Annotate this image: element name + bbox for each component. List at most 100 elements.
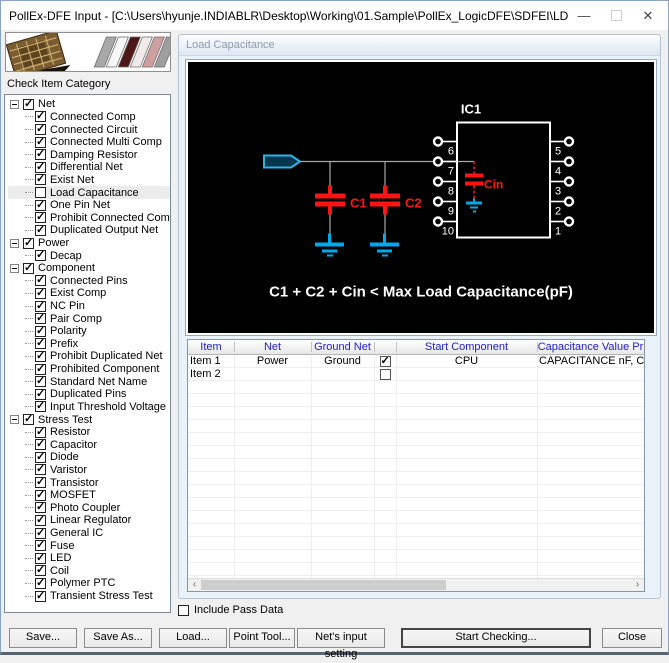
tree-item-checkbox[interactable]	[23, 262, 34, 274]
tree-item-checkbox[interactable]	[23, 98, 34, 110]
close-button[interactable]: Close	[602, 628, 662, 648]
tree-item-diode[interactable]: Diode	[8, 451, 170, 464]
collapse-icon[interactable]	[10, 263, 19, 273]
tree-item-connected-multi-comp[interactable]: Connected Multi Comp	[8, 136, 170, 149]
tree-item-checkbox[interactable]	[35, 388, 46, 400]
tree-item-checkbox[interactable]	[23, 413, 34, 426]
table-body[interactable]: Item 1PowerGround CPUCAPACITANCE nF, Capa…	[188, 355, 644, 578]
tree-item-polarity[interactable]: Polarity	[8, 325, 170, 338]
tree-item-checkbox[interactable]	[35, 173, 46, 186]
cell-capacitance_value[interactable]	[537, 368, 644, 381]
tree-item-input-threshold-voltage[interactable]: Input Threshold Voltage	[8, 400, 170, 414]
tree-item-linear-regulator[interactable]: Linear Regulator	[8, 514, 170, 527]
tree-item-prefix[interactable]: Prefix	[8, 337, 170, 351]
tree-item-checkbox[interactable]	[35, 400, 46, 413]
close-window-button[interactable]: ✕	[632, 1, 664, 30]
tree-item-polymer-ptc[interactable]: Polymer PTC	[8, 577, 170, 590]
tree-item-damping-resistor[interactable]: Damping Resistor	[8, 148, 170, 161]
load-button[interactable]: Load...	[159, 628, 227, 648]
minimize-button[interactable]: —	[568, 1, 600, 30]
tree-item-checkbox[interactable]	[35, 564, 46, 577]
tree-item-duplicated-output-net[interactable]: Duplicated Output Net	[8, 224, 170, 237]
include-pass-data-checkbox[interactable]	[178, 604, 189, 616]
tree-item-resistor[interactable]: Resistor	[8, 426, 170, 439]
save-button[interactable]: Save...	[9, 628, 77, 648]
tree-item-net[interactable]: Net	[8, 98, 170, 111]
tree-item-mosfet[interactable]: MOSFET	[8, 489, 170, 502]
tree-item-prohibit-connected-comp[interactable]: Prohibit Connected Comp	[8, 211, 170, 224]
tree-item-checkbox[interactable]	[35, 514, 46, 526]
tree-item-exist-net[interactable]: Exist Net	[8, 173, 170, 187]
tree-item-checkbox[interactable]	[35, 224, 46, 236]
tree-item-connected-pins[interactable]: Connected Pins	[8, 274, 170, 288]
cell-ground_net[interactable]	[311, 368, 374, 381]
tree-item-checkbox[interactable]	[35, 148, 46, 161]
tree-item-varistor[interactable]: Varistor	[8, 463, 170, 477]
column-header-capacitance-value-pr[interactable]: Capacitance Value Pr	[537, 340, 644, 354]
tree-item-capacitor[interactable]: Capacitor	[8, 438, 170, 451]
tree-item-checkbox[interactable]	[35, 325, 46, 337]
include-pass-data[interactable]: Include Pass Data	[178, 604, 283, 616]
tree-item-checkbox[interactable]	[35, 211, 46, 224]
collapse-icon[interactable]	[10, 238, 19, 248]
tree-item-prohibit-duplicated-net[interactable]: Prohibit Duplicated Net	[8, 350, 170, 363]
check-item-tree[interactable]: NetConnected CompConnected CircuitConnec…	[4, 94, 171, 613]
table-row[interactable]: Item 2	[188, 368, 644, 381]
tree-item-checkbox[interactable]	[35, 161, 46, 173]
tree-item-checkbox[interactable]	[35, 489, 46, 501]
items-table[interactable]: Item Net Ground Net Start Component Capacita…	[187, 339, 645, 592]
tree-item-prohibited-component[interactable]: Prohibited Component	[8, 363, 170, 376]
tree-item-checkbox[interactable]	[35, 199, 46, 211]
tree-item-checkbox[interactable]	[35, 476, 46, 489]
row-checkbox[interactable]	[379, 355, 391, 368]
tree-item-checkbox[interactable]	[35, 539, 46, 552]
tree-item-checkbox[interactable]	[35, 187, 46, 199]
tree-item-nc-pin[interactable]: NC Pin	[8, 300, 170, 313]
tree-item-checkbox[interactable]	[35, 363, 46, 375]
column-header-check[interactable]	[374, 340, 396, 354]
tree-item-checkbox[interactable]	[35, 350, 46, 362]
collapse-icon[interactable]	[10, 99, 19, 109]
tree-item-duplicated-pins[interactable]: Duplicated Pins	[8, 388, 170, 401]
column-header-net[interactable]: Net	[234, 340, 311, 354]
tree-item-connected-comp[interactable]: Connected Comp	[8, 110, 170, 124]
tree-item-checkbox[interactable]	[35, 577, 46, 589]
tree-item-stress-test[interactable]: Stress Test	[8, 413, 170, 426]
tree-item-checkbox[interactable]	[35, 426, 46, 438]
tree-item-exist-comp[interactable]: Exist Comp	[8, 287, 170, 300]
tree-item-checkbox[interactable]	[35, 274, 46, 287]
cell-item[interactable]: Item 2	[188, 368, 234, 381]
tree-item-standard-net-name[interactable]: Standard Net Name	[8, 375, 170, 388]
tree-item-pair-comp[interactable]: Pair Comp	[8, 312, 170, 325]
cell-checked[interactable]	[374, 368, 396, 381]
tree-item-checkbox[interactable]	[35, 552, 46, 564]
tree-item-differential-net[interactable]: Differential Net	[8, 161, 170, 174]
tree-item-connected-circuit[interactable]: Connected Circuit	[8, 123, 170, 136]
tree-item-checkbox[interactable]	[35, 375, 46, 388]
cell-item[interactable]: Item 1	[188, 355, 234, 368]
cell-ground_net[interactable]: Ground	[311, 355, 374, 368]
column-header-item[interactable]: Item	[188, 340, 234, 354]
tree-item-component[interactable]: Component	[8, 262, 170, 275]
column-header-start-component[interactable]: Start Component	[396, 340, 537, 354]
cell-net[interactable]: Power	[234, 355, 311, 368]
row-checkbox[interactable]	[379, 368, 391, 380]
tree-item-load-capacitance[interactable]: Load Capacitance	[8, 186, 170, 199]
tree-item-checkbox[interactable]	[23, 237, 34, 249]
tree-item-checkbox[interactable]	[35, 249, 46, 262]
tree-item-transistor[interactable]: Transistor	[8, 476, 170, 489]
scroll-right-icon[interactable]: ›	[631, 579, 644, 591]
scroll-left-icon[interactable]: ‹	[188, 579, 201, 591]
cell-start_component[interactable]	[396, 368, 537, 381]
nets-input-setting-button[interactable]: Net's input setting	[297, 628, 385, 660]
cell-capacitance_value[interactable]: CAPACITANCE nF, Capa	[537, 355, 644, 368]
tree-item-checkbox[interactable]	[35, 527, 46, 539]
tree-item-transient-stress-test[interactable]: Transient Stress Test	[8, 590, 170, 603]
tree-item-checkbox[interactable]	[35, 300, 46, 312]
tree-item-checkbox[interactable]	[35, 451, 46, 463]
save-as-button[interactable]: Save As...	[84, 628, 152, 648]
table-row[interactable]: Item 1PowerGround CPUCAPACITANCE nF, Capa	[188, 355, 644, 368]
tree-item-checkbox[interactable]	[35, 590, 46, 602]
cell-net[interactable]	[234, 368, 311, 381]
tree-item-checkbox[interactable]	[35, 123, 46, 136]
